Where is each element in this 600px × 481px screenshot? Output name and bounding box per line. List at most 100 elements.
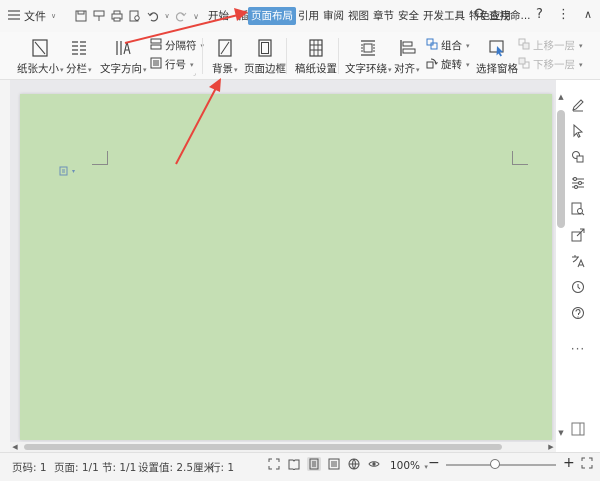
bring-forward-label: 上移一层 — [533, 40, 575, 52]
group-icon — [426, 38, 438, 53]
paper-size-icon — [30, 38, 50, 58]
paper-size-label: 纸张大小 — [17, 63, 59, 75]
menu-bar: 文件 ∨ ∨ ∨ 开始 插入 页面布局 引用 审阅 视图 章节 安全 开发 — [0, 0, 600, 32]
cursor-icon[interactable] — [570, 122, 586, 139]
tab-review[interactable]: 审阅 — [321, 7, 346, 25]
send-backward-button[interactable]: 下移一层 ▾ — [518, 57, 583, 72]
undo-dropdown-icon[interactable]: ∨ — [164, 9, 170, 23]
text-wrap-icon — [358, 38, 378, 58]
text-direction-button[interactable]: 文字方向▾ — [100, 38, 147, 76]
command-search[interactable]: 查找命... — [474, 8, 531, 23]
vertical-scrollbar[interactable]: ▲ ▼ — [556, 92, 566, 438]
tab-security[interactable]: 安全 — [396, 7, 421, 25]
horizontal-scroll-thumb[interactable] — [24, 444, 502, 450]
zoom-slider-knob[interactable] — [490, 459, 500, 469]
zoom-level[interactable]: 100% ▾ — [390, 460, 428, 472]
chevron-down-icon: ▾ — [72, 167, 76, 175]
shapes-icon[interactable] — [570, 148, 586, 165]
selection-pane-button[interactable]: 选择窗格 — [476, 38, 518, 76]
text-wrap-button[interactable]: 文字环绕▾ — [345, 38, 392, 76]
save-icon[interactable] — [74, 9, 88, 23]
ribbon-divider — [286, 38, 287, 74]
print-preview-icon[interactable] — [128, 9, 142, 23]
tab-section[interactable]: 章节 — [371, 7, 396, 25]
send-backward-label: 下移一层 — [533, 59, 575, 71]
vertical-scroll-thumb[interactable] — [557, 110, 565, 228]
page-break-icon — [150, 38, 162, 53]
scroll-down-icon[interactable]: ▼ — [556, 428, 566, 438]
page-view-icon[interactable] — [307, 457, 321, 471]
text-direction-label: 文字方向 — [100, 63, 142, 75]
line-number-button[interactable]: 行号 ▾ — [150, 57, 194, 72]
collapse-ribbon-icon[interactable]: ∧ — [584, 8, 592, 21]
tab-view[interactable]: 视图 — [346, 7, 371, 25]
history-icon[interactable] — [570, 278, 586, 295]
separator-label: 分隔符 — [165, 40, 197, 52]
draft-settings-button[interactable]: 稿纸设置 — [295, 38, 337, 76]
chevron-down-icon: ∨ — [51, 12, 57, 20]
chevron-down-icon: ▾ — [60, 66, 64, 74]
hamburger-icon — [8, 9, 20, 23]
quick-access-more-icon[interactable]: ∨ — [192, 9, 200, 23]
scroll-left-icon[interactable]: ◀ — [10, 442, 20, 452]
format-painter-icon[interactable] — [92, 9, 106, 23]
scroll-right-icon[interactable]: ▶ — [546, 442, 556, 452]
zoom-percent: 100% — [390, 460, 421, 472]
zoom-out-button[interactable]: − — [428, 455, 440, 471]
undo-icon[interactable] — [146, 9, 160, 23]
margin-corner-mark — [512, 151, 528, 165]
paragraph-layout-icon[interactable]: ▾ — [59, 166, 75, 176]
horizontal-scrollbar[interactable]: ◀ ▶ — [10, 442, 556, 452]
file-menu-label: 文件 — [24, 10, 46, 23]
bring-forward-button[interactable]: 上移一层 ▾ — [518, 38, 583, 53]
scroll-up-icon[interactable]: ▲ — [556, 92, 566, 102]
tab-references[interactable]: 引用 — [296, 7, 321, 25]
line-status[interactable]: 行: 1 — [210, 460, 234, 475]
tab-home[interactable]: 开始 — [206, 7, 236, 25]
adjust-settings-icon[interactable] — [570, 174, 586, 191]
rotate-button[interactable]: 旋转 ▾ — [426, 57, 470, 72]
rotate-label: 旋转 — [441, 59, 462, 71]
zoom-slider[interactable] — [446, 464, 556, 466]
translate-icon[interactable] — [570, 252, 586, 269]
tab-insert[interactable]: 插入 — [236, 7, 248, 25]
more-options-icon[interactable]: ⋮ — [557, 7, 570, 22]
section-status[interactable]: 节: 1/1 — [102, 460, 136, 475]
file-menu-button[interactable]: 文件 ∨ — [0, 0, 70, 32]
paper-size-button[interactable]: 纸张大小▾ — [17, 38, 64, 76]
help-button[interactable]: ? — [536, 7, 543, 22]
redo-icon[interactable] — [174, 9, 188, 23]
help-circle-icon[interactable] — [570, 304, 586, 321]
columns-icon — [69, 38, 89, 58]
setting-value-status[interactable]: 设置值: 2.5厘米 — [138, 460, 214, 475]
web-view-icon[interactable] — [347, 457, 361, 471]
left-panel-strip — [0, 80, 10, 452]
dialog-launcher-icon[interactable]: ⌟ — [193, 70, 196, 77]
fit-window-icon[interactable] — [581, 457, 593, 472]
background-icon — [215, 38, 235, 58]
group-button[interactable]: 组合 ▾ — [426, 38, 470, 53]
more-tools-icon[interactable]: ··· — [571, 342, 585, 356]
share-icon[interactable] — [570, 226, 586, 243]
background-button[interactable]: 背景▾ — [212, 38, 238, 76]
eye-protection-icon[interactable] — [367, 457, 381, 471]
tab-page-layout[interactable]: 页面布局 — [248, 7, 296, 25]
pen-icon[interactable] — [570, 96, 586, 113]
align-button[interactable]: 对齐▾ — [394, 38, 420, 76]
chevron-down-icon: ▾ — [388, 66, 392, 74]
page-border-button[interactable]: 页面边框 — [244, 38, 286, 76]
page-number-status[interactable]: 页码: 1 — [12, 460, 47, 475]
reading-view-icon[interactable] — [287, 457, 301, 471]
zoom-in-button[interactable]: + — [563, 455, 575, 471]
tab-developer-tools[interactable]: 开发工具 — [421, 7, 467, 25]
line-number-icon — [150, 57, 162, 72]
sidebar-settings-icon[interactable] — [571, 422, 585, 439]
print-icon[interactable] — [110, 9, 124, 23]
fullscreen-icon[interactable] — [267, 457, 281, 471]
outline-view-icon[interactable] — [327, 457, 341, 471]
columns-button[interactable]: 分栏▾ — [66, 38, 92, 76]
pages-status[interactable]: 页面: 1/1 — [54, 460, 99, 475]
separator-button[interactable]: 分隔符▾ — [150, 38, 204, 53]
document-search-icon[interactable] — [570, 200, 586, 217]
document-page[interactable] — [20, 94, 552, 440]
